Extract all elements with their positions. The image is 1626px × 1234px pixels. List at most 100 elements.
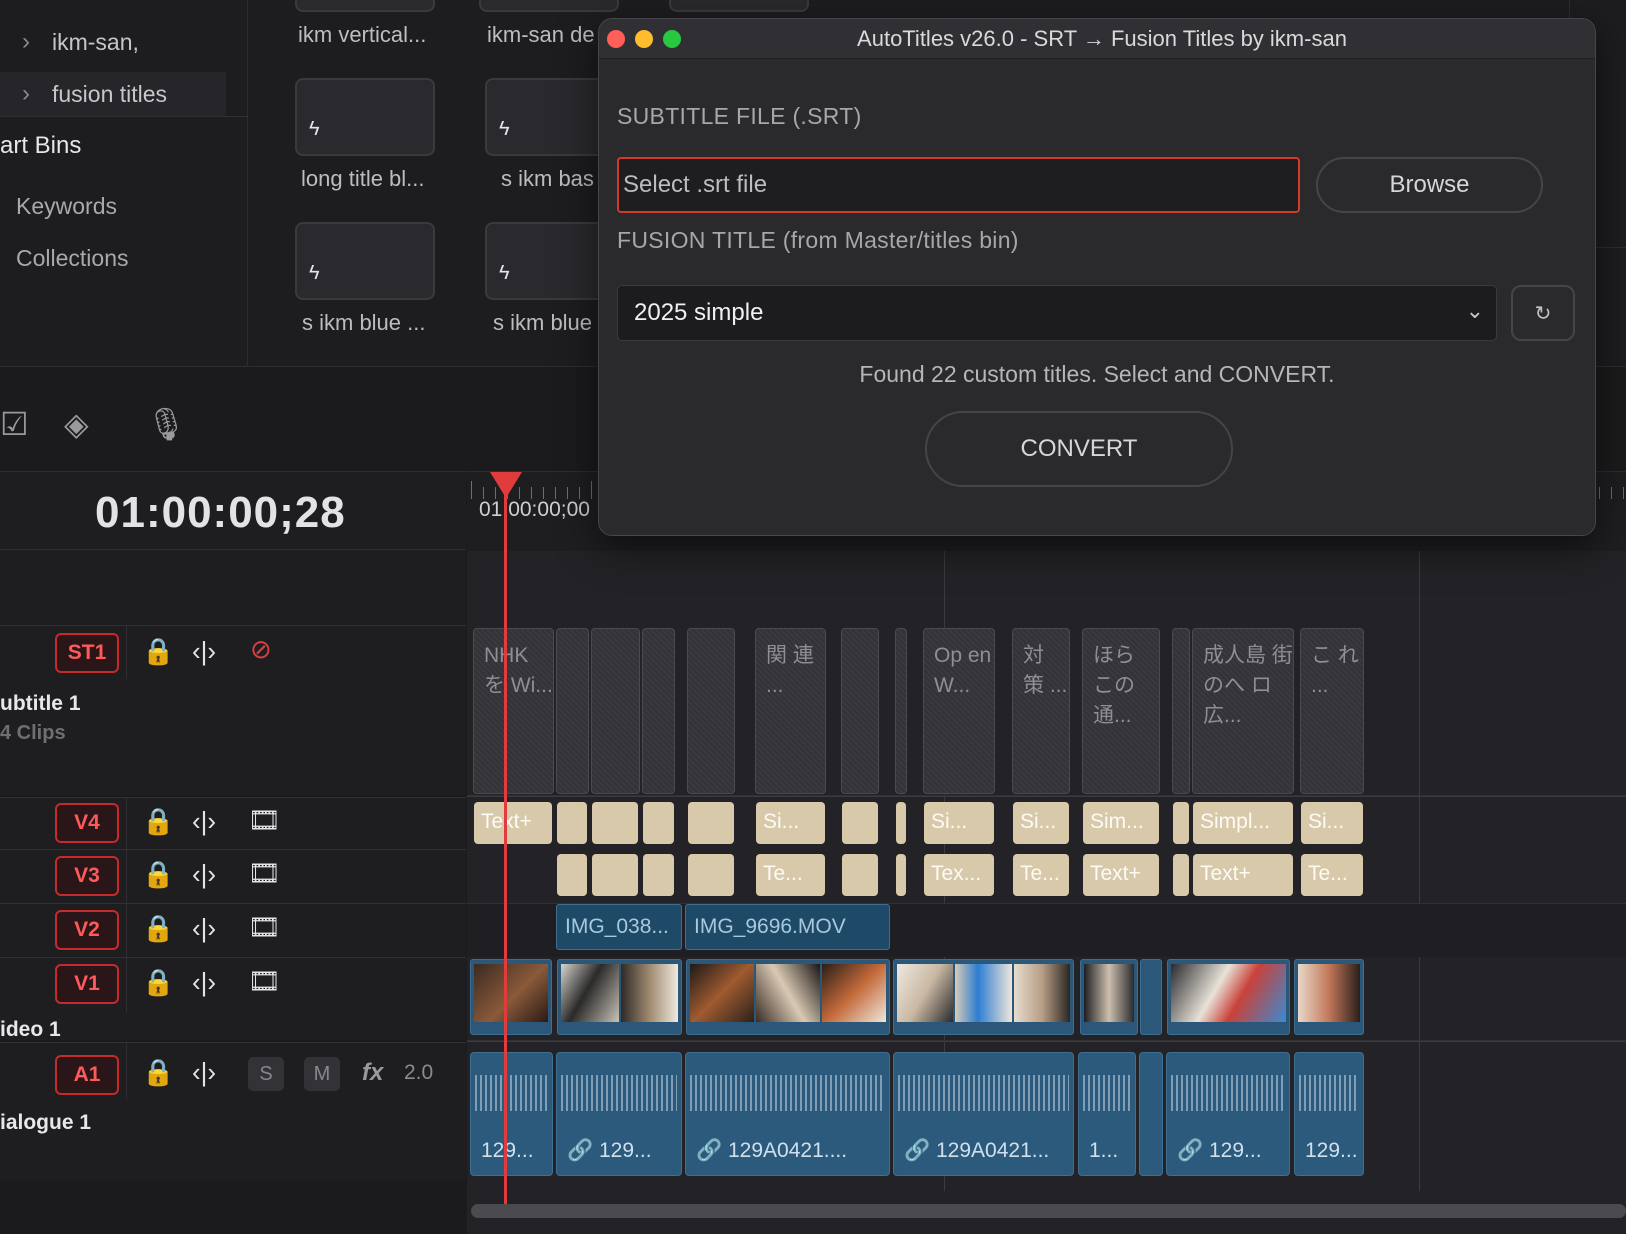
title-clip[interactable] [1173, 802, 1189, 844]
bin-item-ikm-san[interactable]: › ikm-san, [0, 20, 240, 64]
timeline-timecode[interactable]: 01:00:00;28 [95, 488, 346, 538]
title-clip[interactable] [842, 854, 878, 896]
subtitle-clip[interactable] [687, 628, 735, 794]
title-clip[interactable] [557, 854, 587, 896]
track-badge[interactable]: V4 [55, 803, 119, 843]
title-clip[interactable] [688, 802, 734, 844]
title-clip[interactable] [592, 854, 638, 896]
thumbnail[interactable] [479, 0, 619, 12]
maximize-window-button[interactable] [663, 30, 681, 48]
subtitle-clip[interactable] [895, 628, 907, 794]
smart-bin-keywords[interactable]: Keywords [16, 193, 117, 220]
film-icon[interactable]: 🎞 [248, 858, 281, 889]
title-clip[interactable] [896, 854, 906, 896]
title-clip[interactable]: Si... [924, 802, 994, 844]
minimize-window-button[interactable] [635, 30, 653, 48]
auto-select-icon[interactable]: ‹|› [192, 806, 216, 837]
film-icon[interactable]: 🎞 [248, 805, 281, 836]
fusion-title-select[interactable]: 2025 simple ⌄ [617, 285, 1497, 341]
auto-select-icon[interactable]: ‹|› [192, 967, 216, 998]
subtitle-clip[interactable]: 関 連 ... [755, 628, 826, 794]
audio-clip[interactable] [1139, 1052, 1163, 1176]
track-badge[interactable]: V2 [55, 910, 119, 950]
video-clip[interactable]: IMG_038... [556, 904, 682, 950]
video-clip[interactable]: IMG_9696.MOV [685, 904, 890, 950]
srt-file-input[interactable] [617, 157, 1300, 213]
title-clip[interactable]: Sim... [1083, 802, 1159, 844]
smart-bin-collections[interactable]: Collections [16, 245, 129, 272]
subtitle-clip[interactable]: ほら この 通... [1082, 628, 1160, 794]
subtitle-clip[interactable] [642, 628, 675, 794]
audio-clip[interactable]: 🔗 129... [556, 1052, 682, 1176]
auto-select-icon[interactable]: ‹|› [192, 636, 216, 667]
subtitle-clip[interactable]: Op en W... [923, 628, 995, 794]
title-clip[interactable]: Te... [1301, 854, 1363, 896]
lock-icon[interactable]: 🔒 [142, 806, 174, 837]
audio-clip[interactable]: 129... [470, 1052, 553, 1176]
title-clip[interactable]: Si... [1301, 802, 1363, 844]
title-clip[interactable]: Si... [1013, 802, 1069, 844]
title-clip[interactable]: Text+ [1193, 854, 1293, 896]
title-clip[interactable]: Si... [756, 802, 825, 844]
lock-icon[interactable]: 🔒 [142, 1057, 174, 1088]
title-clip[interactable] [896, 802, 906, 844]
subtitle-clip[interactable]: こ れ ... [1300, 628, 1364, 794]
bin-item-fusion-titles[interactable]: › fusion titles [0, 72, 226, 116]
title-clip[interactable]: Text+ [474, 802, 552, 844]
title-clip[interactable] [643, 802, 674, 844]
video-clip[interactable] [557, 959, 682, 1035]
lock-icon[interactable]: 🔒 [142, 636, 174, 667]
solo-button[interactable]: S [248, 1057, 284, 1091]
fusion-title-thumbnail[interactable]: ϟ [295, 222, 435, 300]
track-badge[interactable]: V3 [55, 856, 119, 896]
track-badge[interactable]: V1 [55, 964, 119, 1004]
auto-select-icon[interactable]: ‹|› [192, 913, 216, 944]
title-clip[interactable] [592, 802, 638, 844]
microphone-icon[interactable]: 🎙 [146, 405, 187, 443]
subtitle-clip[interactable] [1172, 628, 1190, 794]
video-clip[interactable] [470, 959, 552, 1035]
fx-button[interactable]: fx [362, 1059, 383, 1087]
audio-clip[interactable]: 🔗 129A0421... [893, 1052, 1074, 1176]
convert-button[interactable]: CONVERT [925, 411, 1233, 487]
subtitle-clip[interactable] [841, 628, 879, 794]
title-clip[interactable] [842, 802, 878, 844]
refresh-button[interactable]: ↻ [1511, 285, 1575, 341]
mute-button[interactable]: M [304, 1057, 340, 1091]
subtitle-clip[interactable] [556, 628, 589, 794]
audio-clip[interactable]: 🔗 129... [1166, 1052, 1290, 1176]
keyframe-diamond-icon[interactable]: ◈ [64, 405, 89, 443]
subtitle-clip[interactable]: 対 策 ... [1012, 628, 1070, 794]
video-clip[interactable] [1167, 959, 1290, 1035]
title-clip[interactable]: Tex... [924, 854, 994, 896]
subtitle-clip[interactable] [591, 628, 640, 794]
track-badge[interactable]: ST1 [55, 633, 119, 673]
auto-select-icon[interactable]: ‹|› [192, 859, 216, 890]
checklist-icon[interactable]: ☑ [0, 405, 29, 443]
title-clip[interactable]: Text+ [1083, 854, 1159, 896]
lock-icon[interactable]: 🔒 [142, 913, 174, 944]
film-icon[interactable]: 🎞 [248, 966, 281, 997]
video-clip[interactable] [1080, 959, 1138, 1035]
title-clip[interactable] [557, 802, 587, 844]
browse-button[interactable]: Browse [1316, 157, 1543, 213]
title-clip[interactable]: Simpl... [1193, 802, 1293, 844]
video-clip[interactable] [1294, 959, 1364, 1035]
caption-disabled-icon[interactable]: ⊘ [250, 634, 272, 665]
track-badge[interactable]: A1 [55, 1055, 119, 1095]
video-clip[interactable] [686, 959, 890, 1035]
title-clip[interactable] [1173, 854, 1189, 896]
timeline-horizontal-scrollbar[interactable] [471, 1204, 1626, 1218]
playhead-line[interactable] [504, 478, 507, 1204]
title-clip[interactable]: Te... [756, 854, 825, 896]
close-window-button[interactable] [607, 30, 625, 48]
thumbnail[interactable] [669, 0, 809, 12]
audio-clip[interactable]: 1... [1078, 1052, 1136, 1176]
title-clip[interactable] [643, 854, 674, 896]
film-icon[interactable]: 🎞 [248, 912, 281, 943]
title-clip[interactable]: Te... [1013, 854, 1069, 896]
fusion-title-thumbnail[interactable]: ϟ [295, 78, 435, 156]
title-clip[interactable] [688, 854, 734, 896]
lock-icon[interactable]: 🔒 [142, 859, 174, 890]
subtitle-clip[interactable]: 成人島 街のへ ロ広... [1192, 628, 1294, 794]
